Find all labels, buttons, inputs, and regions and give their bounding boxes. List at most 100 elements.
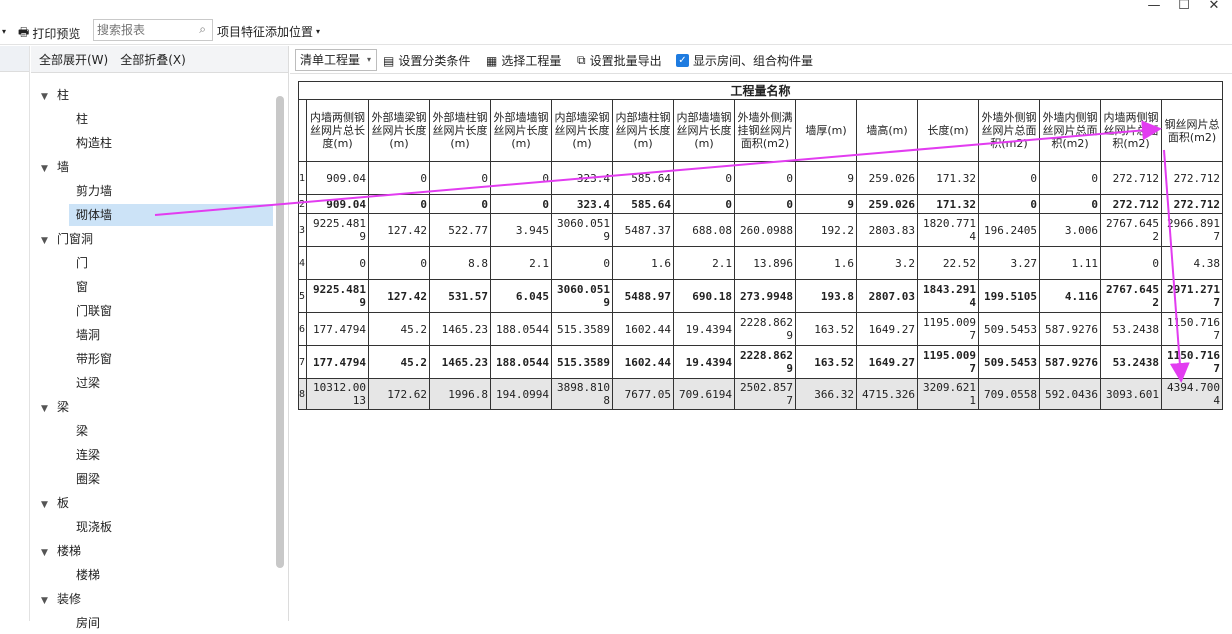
table-cell[interactable]: 3.2 [856,246,918,280]
tree-group[interactable]: ▼ 楼梯 [41,540,281,562]
table-cell[interactable]: 587.9276 [1039,312,1101,346]
tree-item[interactable]: 带形窗 [69,348,269,370]
maximize-icon[interactable]: ☐ [1170,0,1198,14]
table-cell[interactable]: 0 [429,194,491,214]
table-cell[interactable]: 585.64 [612,194,674,214]
table-cell[interactable]: 709.6194 [673,378,735,410]
table-cell[interactable]: 0 [368,246,430,280]
table-cell[interactable]: 515.3589 [551,312,613,346]
expand-arrow-icon[interactable]: ▼ [41,494,53,516]
expand-arrow-icon[interactable]: ▼ [41,158,53,180]
tree-item[interactable]: 圈梁 [69,468,269,490]
table-cell[interactable]: 2502.8577 [734,378,796,410]
table-cell[interactable]: 6.045 [490,279,552,313]
quantity-type-select[interactable]: 清单工程量 ▾ [295,49,377,71]
table-cell[interactable]: 194.0994 [490,378,552,410]
table-cell[interactable]: 272.712 [1100,194,1162,214]
table-cell[interactable]: 0 [734,161,796,195]
table-cell[interactable]: 259.026 [856,161,918,195]
table-cell[interactable]: 0 [368,161,430,195]
table-cell[interactable]: 192.2 [795,213,857,247]
tree-group[interactable]: ▼ 柱 [41,84,281,106]
table-cell[interactable]: 1843.2914 [917,279,979,313]
table-cell[interactable]: 509.5453 [978,345,1040,379]
table-cell[interactable]: 2228.8629 [734,345,796,379]
table-cell[interactable]: 19.4394 [673,345,735,379]
table-cell[interactable]: 592.0436 [1039,378,1101,410]
table-cell[interactable]: 53.2438 [1100,345,1162,379]
table-cell[interactable]: 2807.03 [856,279,918,313]
table-cell[interactable]: 53.2438 [1100,312,1162,346]
expand-arrow-icon[interactable]: ▼ [41,398,53,420]
table-cell[interactable]: 909.04 [306,161,369,195]
table-cell[interactable]: 1996.8 [429,378,491,410]
table-cell[interactable]: 509.5453 [978,312,1040,346]
table-cell[interactable]: 1649.27 [856,312,918,346]
table-cell[interactable]: 172.62 [368,378,430,410]
table-cell[interactable]: 127.42 [368,213,430,247]
table-cell[interactable]: 2971.2717 [1161,279,1223,313]
table-cell[interactable]: 177.4794 [306,312,369,346]
tree-item[interactable]: 门联窗 [69,300,269,322]
table-cell[interactable]: 4394.7004 [1161,378,1223,410]
tree-group[interactable]: ▼ 板 [41,492,281,514]
table-cell[interactable]: 9 [795,194,857,214]
expand-arrow-icon[interactable]: ▼ [41,542,53,564]
table-cell[interactable]: 522.77 [429,213,491,247]
expand-arrow-icon[interactable]: ▼ [41,590,53,612]
tree-item[interactable]: 门 [69,252,269,274]
table-cell[interactable]: 4.38 [1161,246,1223,280]
table-cell[interactable]: 1195.0097 [917,345,979,379]
table-cell[interactable]: 0 [978,194,1040,214]
table-cell[interactable]: 3898.8108 [551,378,613,410]
table-cell[interactable]: 1.6 [795,246,857,280]
tree-item[interactable]: 连梁 [69,444,269,466]
table-cell[interactable]: 4715.326 [856,378,918,410]
table-cell[interactable]: 515.3589 [551,345,613,379]
table-cell[interactable]: 0 [1039,194,1101,214]
collapse-all-button[interactable]: 全部折叠(X) [120,51,186,68]
table-cell[interactable]: 3093.601 [1100,378,1162,410]
table-cell[interactable]: 531.57 [429,279,491,313]
table-cell[interactable]: 259.026 [856,194,918,214]
set-category-button[interactable]: ▤ 设置分类条件 [383,52,470,69]
expand-arrow-icon[interactable]: ▼ [41,230,53,252]
tree-group[interactable]: ▼ 装修 [41,588,281,610]
print-preview-button[interactable]: 🖶 打印预览 [18,23,80,44]
table-cell[interactable]: 1465.23 [429,345,491,379]
tree-item[interactable]: 砌体墙 [69,204,273,226]
tree-scrollbar[interactable] [276,96,284,568]
tree-item[interactable]: 梁 [69,420,269,442]
table-cell[interactable]: 1150.7167 [1161,345,1223,379]
table-cell[interactable]: 196.2405 [978,213,1040,247]
report-search-box[interactable]: ⌕ [93,19,213,41]
table-cell[interactable]: 13.896 [734,246,796,280]
tree-item[interactable]: 房间 [69,612,269,634]
table-cell[interactable]: 5487.37 [612,213,674,247]
show-rooms-checkbox[interactable]: ✓ 显示房间、组合构件量 [676,52,813,69]
expand-all-button[interactable]: 全部展开(W) [39,51,108,68]
table-cell[interactable]: 709.0558 [978,378,1040,410]
table-cell[interactable]: 3.27 [978,246,1040,280]
table-cell[interactable]: 1465.23 [429,312,491,346]
table-cell[interactable]: 909.04 [306,194,369,214]
table-cell[interactable]: 3060.0519 [551,279,613,313]
table-cell[interactable]: 0 [429,161,491,195]
table-cell[interactable]: 193.8 [795,279,857,313]
table-cell[interactable]: 1.6 [612,246,674,280]
table-cell[interactable]: 1602.44 [612,312,674,346]
table-cell[interactable]: 188.0544 [490,312,552,346]
tree-group[interactable]: ▼ 门窗洞 [41,228,281,250]
table-cell[interactable]: 272.712 [1161,194,1223,214]
table-cell[interactable]: 0 [551,246,613,280]
table-cell[interactable]: 0 [673,161,735,195]
table-cell[interactable]: 3060.0519 [551,213,613,247]
table-cell[interactable]: 45.2 [368,312,430,346]
table-cell[interactable]: 0 [1039,161,1101,195]
tree-item[interactable]: 过梁 [69,372,269,394]
table-cell[interactable]: 0 [368,194,430,214]
table-cell[interactable]: 0 [490,161,552,195]
search-input[interactable] [94,20,190,40]
table-cell[interactable]: 690.18 [673,279,735,313]
table-cell[interactable]: 8.8 [429,246,491,280]
